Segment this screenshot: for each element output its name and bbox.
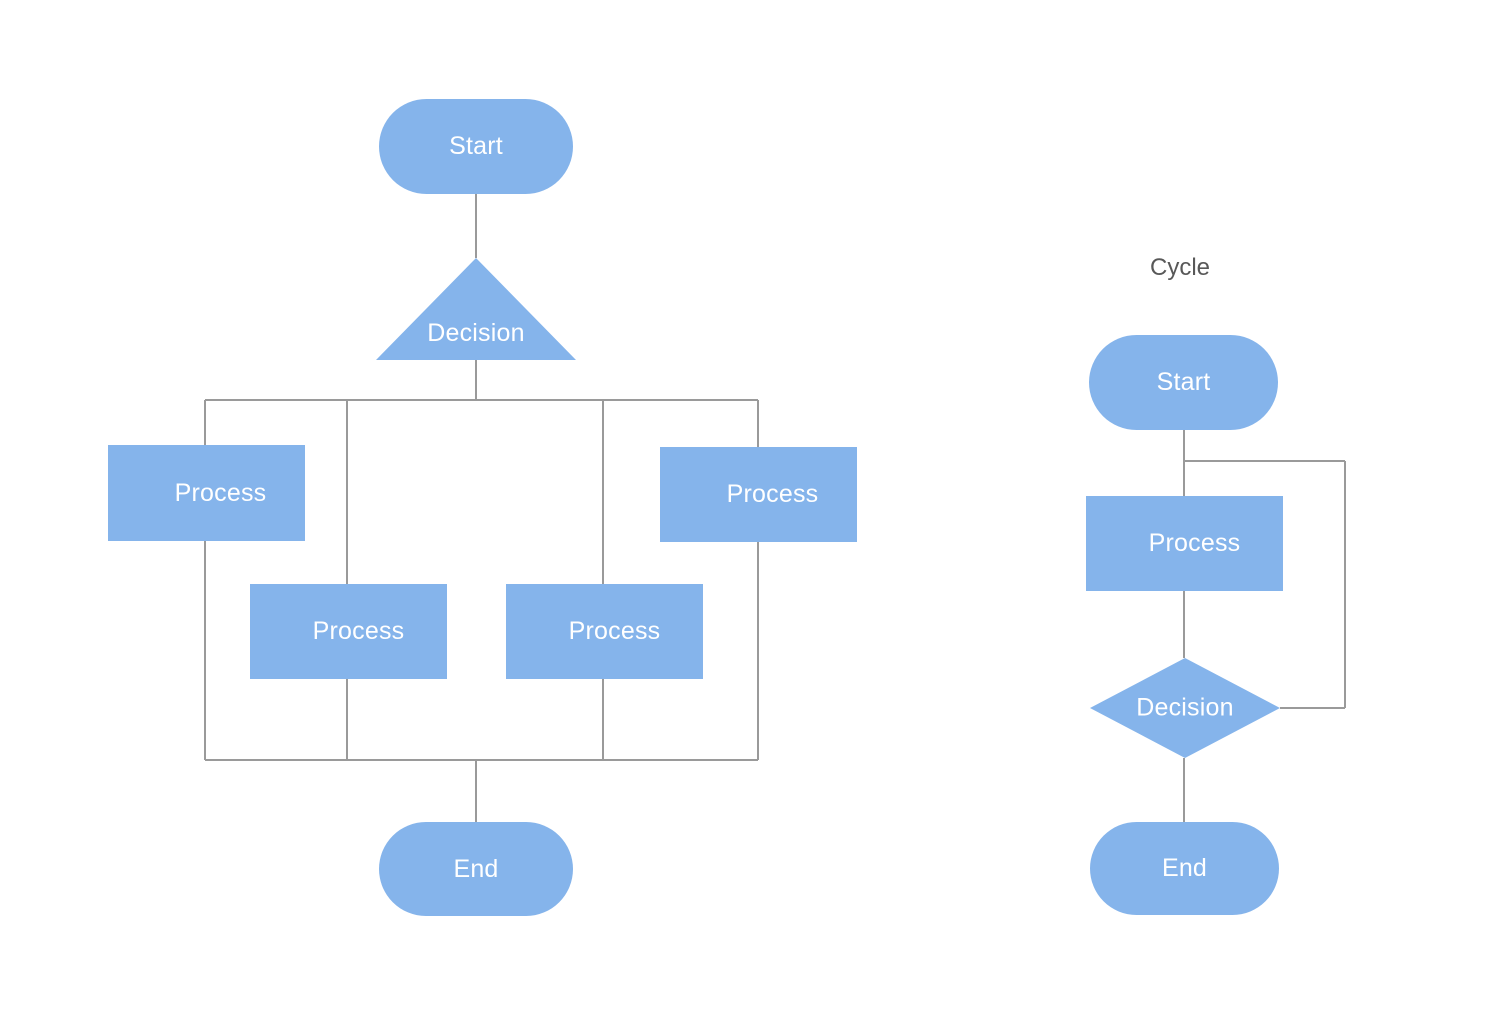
node-label: Start — [449, 132, 503, 160]
node-label: Process — [568, 617, 661, 645]
cycle-diagram-title: Cycle — [1150, 254, 1211, 281]
node-start-cycle[interactable]: Start — [1089, 335, 1278, 430]
node-label: Start — [1156, 368, 1211, 396]
node-end-left[interactable]: End — [379, 822, 573, 916]
node-label: End — [1161, 854, 1208, 882]
node-decision-left[interactable]: Decision — [376, 258, 576, 360]
flowchart-canvas: Start Decision Process Process Process P… — [0, 0, 1500, 1015]
node-process-right-inner[interactable]: Process — [506, 584, 703, 679]
node-label: Process — [726, 480, 819, 508]
node-label: Process — [312, 617, 405, 645]
node-label: Process — [1148, 529, 1241, 557]
node-process-left-outer[interactable]: Process — [108, 445, 305, 541]
node-start-left[interactable]: Start — [379, 99, 573, 194]
node-process-cycle[interactable]: Process — [1086, 496, 1283, 591]
node-label: Process — [174, 478, 267, 507]
node-process-right-outer[interactable]: Process — [660, 447, 857, 542]
node-process-left-inner[interactable]: Process — [250, 584, 447, 679]
node-decision-cycle[interactable]: Decision — [1090, 658, 1280, 758]
node-end-cycle[interactable]: End — [1090, 822, 1279, 915]
node-label: Decision — [427, 319, 525, 347]
node-label: Decision — [1136, 693, 1234, 722]
node-label: End — [453, 854, 499, 883]
